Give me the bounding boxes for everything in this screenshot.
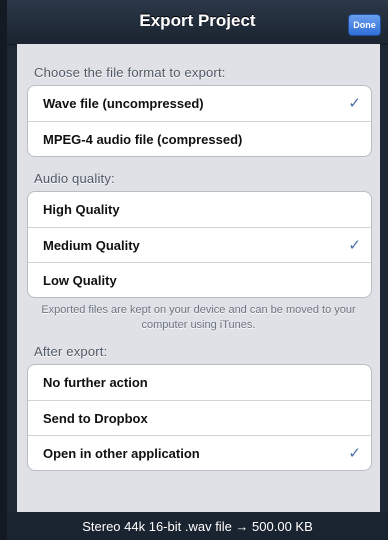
after-option-none[interactable]: No further action — [28, 365, 371, 400]
after-option-dropbox[interactable]: Send to Dropbox — [28, 400, 371, 435]
navigation-bar: Export Project Done — [7, 0, 388, 45]
quality-option-medium[interactable]: Medium Quality ✓ — [28, 227, 371, 262]
checkmark-icon: ✓ — [348, 95, 361, 112]
format-options-group: Wave file (uncompressed) ✓ MPEG-4 audio … — [27, 85, 372, 157]
checkmark-icon: ✓ — [348, 445, 361, 462]
export-summary-status: Stereo 44k 16-bit .wav file → 500.00 KB — [7, 512, 388, 540]
format-option-wave[interactable]: Wave file (uncompressed) ✓ — [28, 86, 371, 121]
format-option-mpeg4[interactable]: MPEG-4 audio file (compressed) — [28, 121, 371, 156]
done-button[interactable]: Done — [348, 14, 381, 36]
option-label: Wave file (uncompressed) — [43, 96, 204, 111]
quality-section-header: Audio quality: — [34, 171, 115, 186]
option-label: No further action — [43, 375, 148, 390]
checkmark-icon: ✓ — [348, 237, 361, 254]
export-settings-panel: Choose the file format to export: Wave f… — [17, 44, 380, 512]
quality-options-group: High Quality Medium Quality ✓ Low Qualit… — [27, 191, 372, 298]
quality-option-low[interactable]: Low Quality — [28, 262, 371, 297]
quality-section-footer: Exported files are kept on your device a… — [41, 304, 356, 331]
option-label: MPEG-4 audio file (compressed) — [43, 131, 243, 147]
after-export-options-group: No further action Send to Dropbox Open i… — [27, 364, 372, 471]
option-label: Send to Dropbox — [43, 410, 148, 426]
option-label: Open in other application — [43, 445, 200, 461]
option-label: High Quality — [43, 202, 120, 217]
option-label: Low Quality — [43, 272, 117, 288]
option-label: Medium Quality — [43, 237, 140, 253]
nav-title: Export Project — [139, 11, 256, 30]
format-section-header: Choose the file format to export: — [34, 65, 226, 80]
after-option-open-in[interactable]: Open in other application ✓ — [28, 435, 371, 470]
quality-option-high[interactable]: High Quality — [28, 192, 371, 227]
after-export-section-header: After export: — [34, 344, 108, 359]
